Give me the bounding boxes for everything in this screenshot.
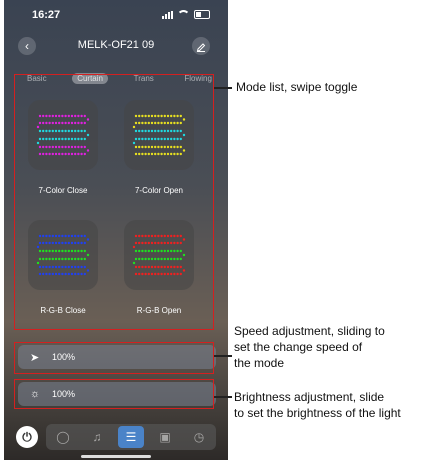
nav-bar: ◯ ♫ ☰ ▣ ◷ (46, 424, 216, 450)
battery-icon (194, 10, 210, 19)
pencil-icon (196, 43, 206, 52)
leader-line (214, 87, 232, 89)
home-indicator (81, 455, 151, 458)
wifi-icon (177, 10, 190, 19)
annotation-speed-3: the mode (234, 356, 285, 370)
status-bar: 16:27 (4, 0, 228, 28)
palette-icon[interactable]: ◯ (50, 426, 76, 448)
speed-highlight (14, 342, 214, 374)
edit-button[interactable] (192, 37, 210, 55)
brightness-highlight (14, 379, 214, 409)
power-button[interactable]: ⏻ (16, 426, 38, 448)
sliders-icon[interactable]: ☰ (118, 426, 144, 448)
music-icon[interactable]: ♫ (84, 426, 110, 448)
leader-line (214, 355, 232, 357)
leader-line (214, 396, 232, 398)
status-icons (162, 10, 210, 19)
annotation-speed-2: set the change speed of (234, 340, 363, 354)
signal-icon (162, 10, 173, 19)
annotation-mode: Mode list, swipe toggle (236, 80, 358, 94)
film-icon[interactable]: ▣ (152, 426, 178, 448)
status-time: 16:27 (32, 9, 61, 21)
mode-list-highlight (14, 74, 214, 330)
clock-icon[interactable]: ◷ (186, 426, 212, 448)
annotation-brightness-2: to set the brightness of the light (234, 406, 401, 420)
app-header: ‹ MELK-OF21 09 (4, 34, 228, 58)
annotation-speed-1: Speed adjustment, sliding to (234, 324, 385, 338)
bottom-nav: ⏻ ◯ ♫ ☰ ▣ ◷ (16, 422, 216, 452)
annotation-brightness-1: Brightness adjustment, slide (234, 390, 385, 404)
